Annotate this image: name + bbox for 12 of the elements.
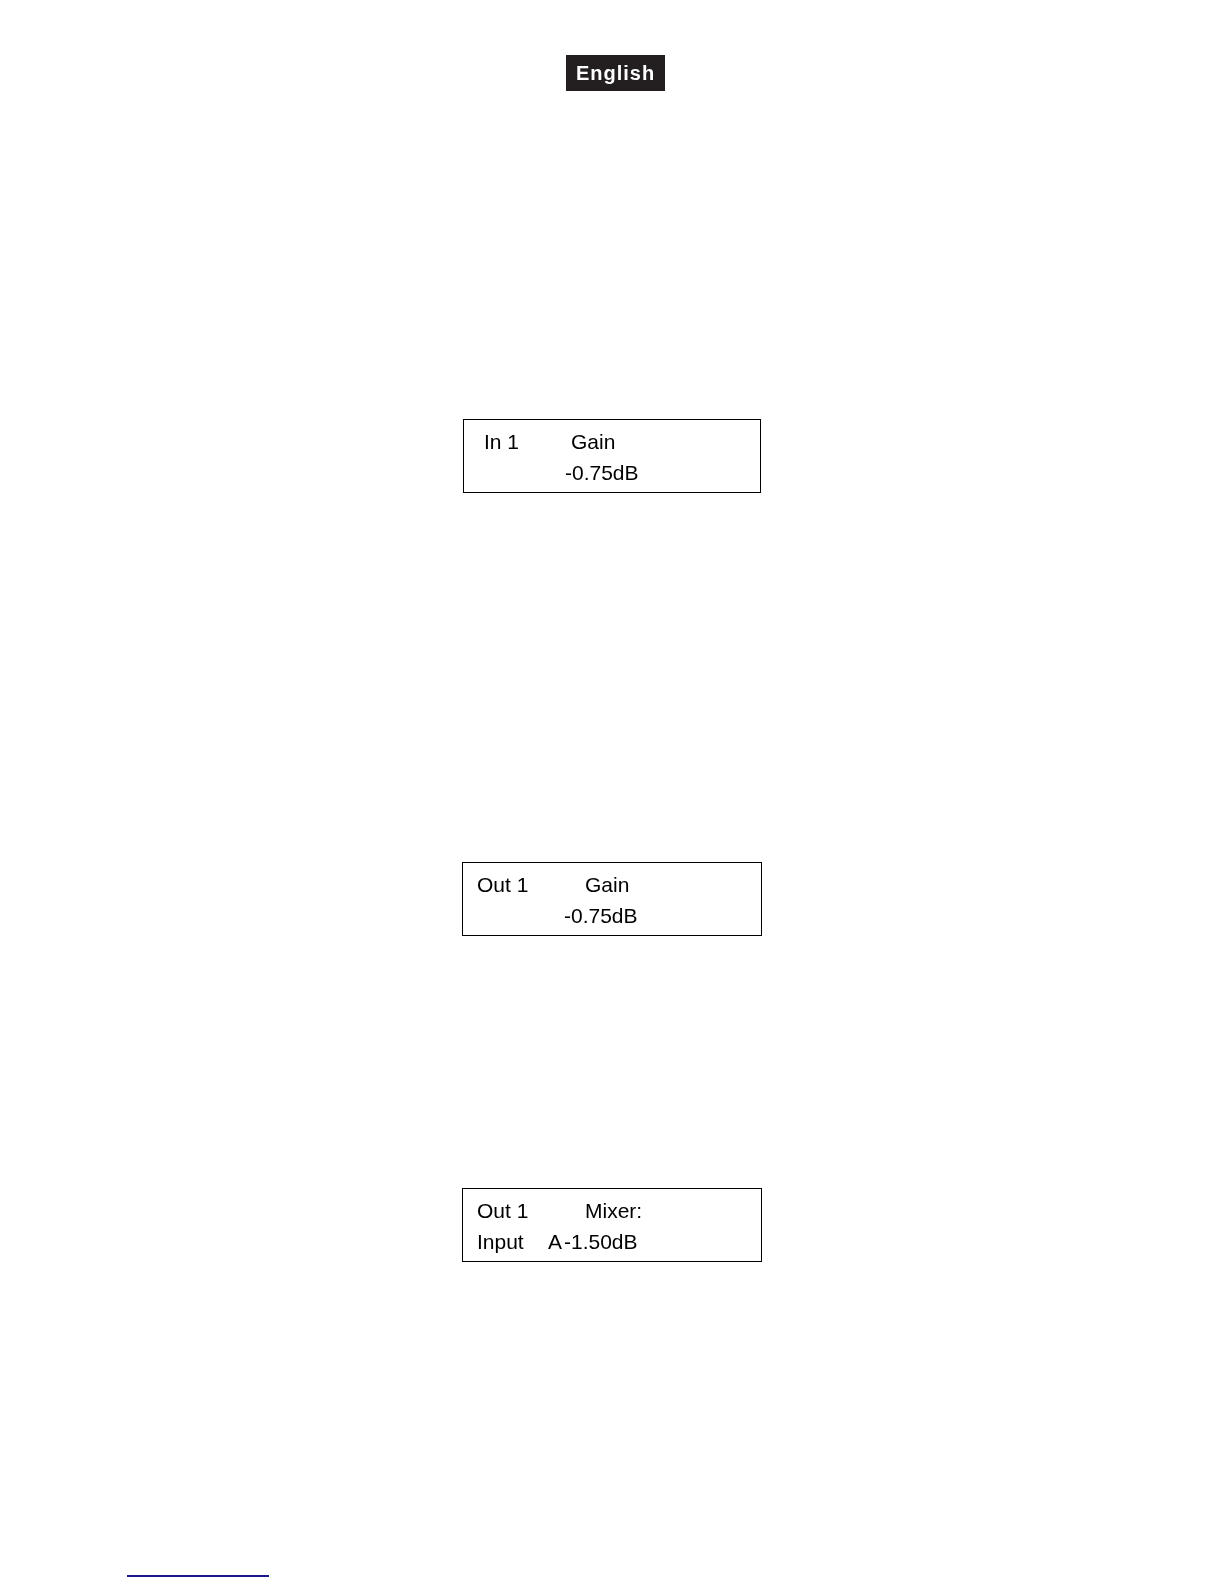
display-text: -1.50dB — [564, 1229, 638, 1255]
display-text: Input — [477, 1229, 524, 1255]
display-text: -0.75dB — [565, 460, 639, 486]
display-text: Out 1 — [477, 872, 529, 898]
language-tag: English — [565, 55, 666, 91]
display-text: Gain — [571, 429, 616, 455]
display-text: A — [548, 1229, 562, 1255]
display-text: -0.75dB — [564, 903, 638, 929]
display-text: Out 1 — [477, 1198, 529, 1224]
display-text: Gain — [585, 872, 630, 898]
display-text: In 1 — [484, 429, 520, 455]
display-text: Mixer: — [585, 1198, 643, 1224]
